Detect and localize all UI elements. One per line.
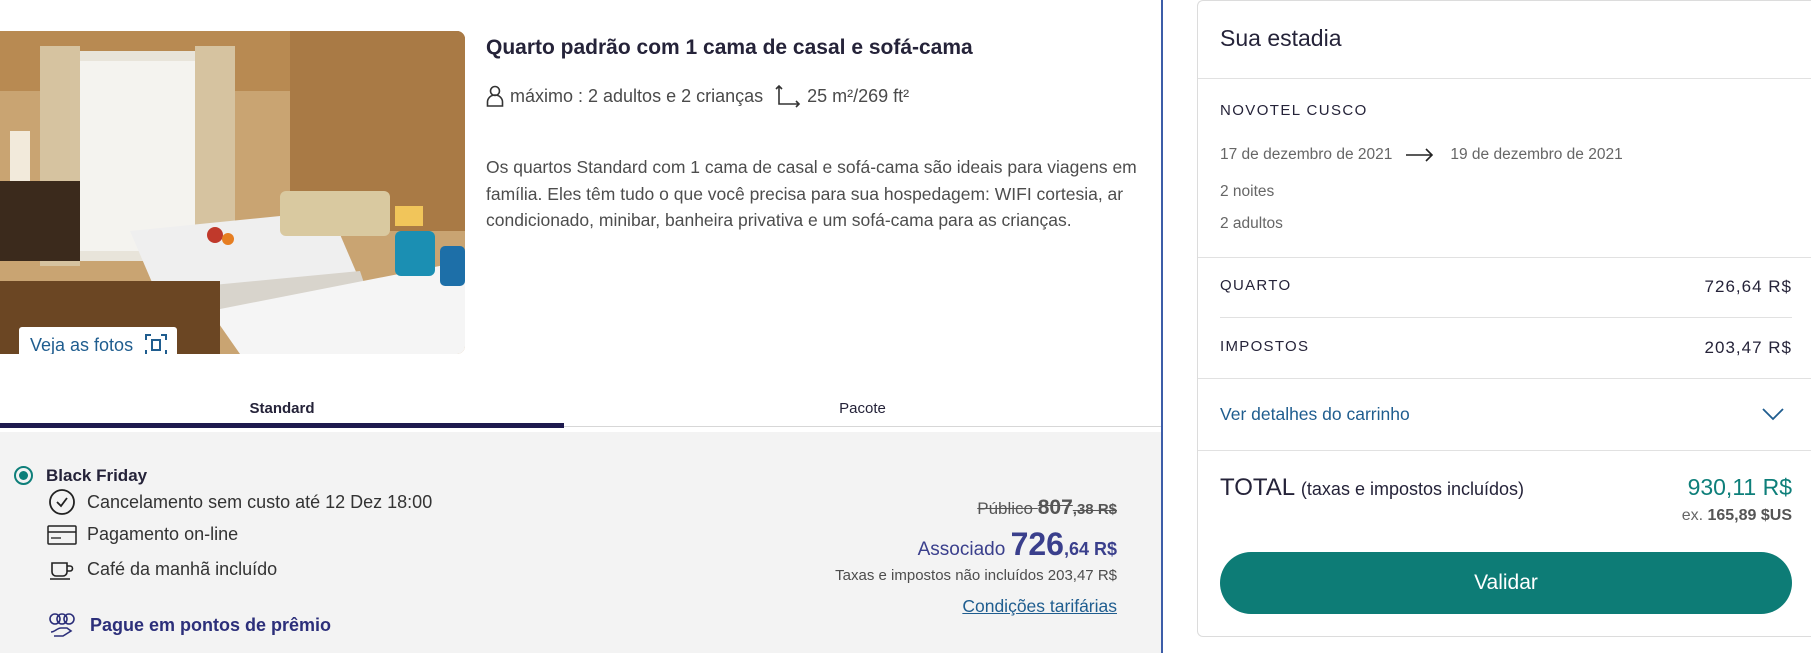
pay-with-points-label: Pague em pontos de prêmio <box>90 614 332 635</box>
hotel-name: NOVOTEL CUSCO <box>1220 102 1368 119</box>
total-usd-value: 165,89 $US <box>1707 507 1792 524</box>
room-photo-illustration <box>0 31 465 354</box>
stay-title: Sua estadia <box>1220 25 1342 51</box>
feature-cancellation-label: Cancelamento sem custo até 12 Dez 18:00 <box>87 491 433 512</box>
rate-tabs: Standard Pacote <box>0 392 1161 428</box>
divider <box>1220 317 1792 318</box>
arrow-right-icon <box>1406 148 1434 162</box>
price-block: Público 807,38 R$ Associado 726,64 R$ Ta… <box>835 496 1117 617</box>
feature-payment: Pagamento on-line <box>46 524 238 545</box>
total-usd: ex. 165,89 $US <box>1682 507 1792 525</box>
rate-radio[interactable] <box>14 466 33 485</box>
public-price-label: Público <box>977 499 1034 518</box>
room-panel: Veja as fotos Quarto padrão com 1 cama d… <box>0 0 1163 653</box>
room-description: Os quartos Standard com 1 cama de casal … <box>486 157 1137 230</box>
public-price-cents: ,38 R$ <box>1072 501 1117 518</box>
gallery-expand-icon <box>145 334 168 354</box>
clock-icon <box>46 488 78 516</box>
member-price-cents: ,64 R$ <box>1063 539 1117 559</box>
room-photo[interactable]: Veja as fotos <box>0 31 465 354</box>
rate-option: Black Friday Cancelamento sem custo até … <box>0 432 1161 653</box>
coffee-cup-icon <box>46 560 78 580</box>
view-photos-label: Veja as fotos <box>30 334 134 355</box>
nights-count: 2 noites <box>1220 183 1275 200</box>
view-photos-button[interactable]: Veja as fotos <box>19 327 178 355</box>
member-price-label: Associado <box>917 539 1006 560</box>
room-size-icon <box>775 84 801 108</box>
stay-summary: Sua estadia NOVOTEL CUSCO 17 de dezembro… <box>1197 0 1811 637</box>
taxes-note: Taxas e impostos não incluídos 203,47 R$ <box>835 567 1117 584</box>
tab-pacote[interactable]: Pacote <box>564 392 1161 427</box>
feature-breakfast: Café da manhã incluído <box>46 559 277 580</box>
total-usd-prefix: ex. <box>1681 507 1704 524</box>
adults-count: 2 adultos <box>1220 215 1283 232</box>
divider <box>1198 78 1811 79</box>
public-price: Público 807,38 R$ <box>835 496 1117 520</box>
feature-cancellation: Cancelamento sem custo até 12 Dez 18:00 <box>46 488 432 516</box>
room-line-value: 726,64 R$ <box>1704 277 1792 296</box>
total-label: TOTAL (taxas e impostos incluídos) <box>1220 474 1524 502</box>
divider <box>1198 450 1811 451</box>
room-title: Quarto padrão com 1 cama de casal e sofá… <box>486 36 973 59</box>
cart-details-link[interactable]: Ver detalhes do carrinho <box>1220 404 1410 425</box>
checkin-date: 17 de dezembro de 2021 <box>1220 146 1393 163</box>
divider <box>1198 378 1811 379</box>
rate-name: Black Friday <box>46 466 148 485</box>
total-label-sub: (taxas e impostos incluídos) <box>1300 479 1525 499</box>
checkout-date: 19 de dezembro de 2021 <box>1450 146 1623 163</box>
pay-with-points-link[interactable]: Pague em pontos de prêmio <box>46 612 331 638</box>
stay-dates: 17 de dezembro de 2021 19 de dezembro de… <box>1220 146 1623 164</box>
tab-standard[interactable]: Standard <box>0 392 564 428</box>
validate-button[interactable]: Validar <box>1220 552 1792 614</box>
divider <box>1198 257 1811 258</box>
reward-points-icon <box>46 612 78 638</box>
taxes-line-label: IMPOSTOS <box>1220 338 1310 355</box>
feature-breakfast-label: Café da manhã incluído <box>87 559 278 579</box>
room-size: 25 m²/269 ft² <box>807 85 910 106</box>
member-price: Associado 726,64 R$ <box>835 526 1117 563</box>
credit-card-icon <box>46 524 78 545</box>
total-label-text: TOTAL <box>1220 474 1295 501</box>
chevron-down-icon[interactable] <box>1762 407 1784 421</box>
taxes-line-value: 203,47 R$ <box>1704 338 1792 357</box>
feature-payment-label: Pagamento on-line <box>87 524 239 544</box>
room-capacity: máximo : 2 adultos e 2 crianças <box>510 85 764 106</box>
room-meta: máximo : 2 adultos e 2 crianças 25 m²/26… <box>486 84 909 108</box>
member-price-int: 726 <box>1010 526 1064 562</box>
person-icon <box>486 85 504 107</box>
total-value: 930,11 R$ <box>1687 474 1792 500</box>
room-line-label: QUARTO <box>1220 277 1292 294</box>
public-price-int: 807 <box>1037 496 1073 519</box>
rate-conditions-link[interactable]: Condições tarifárias <box>835 596 1117 617</box>
